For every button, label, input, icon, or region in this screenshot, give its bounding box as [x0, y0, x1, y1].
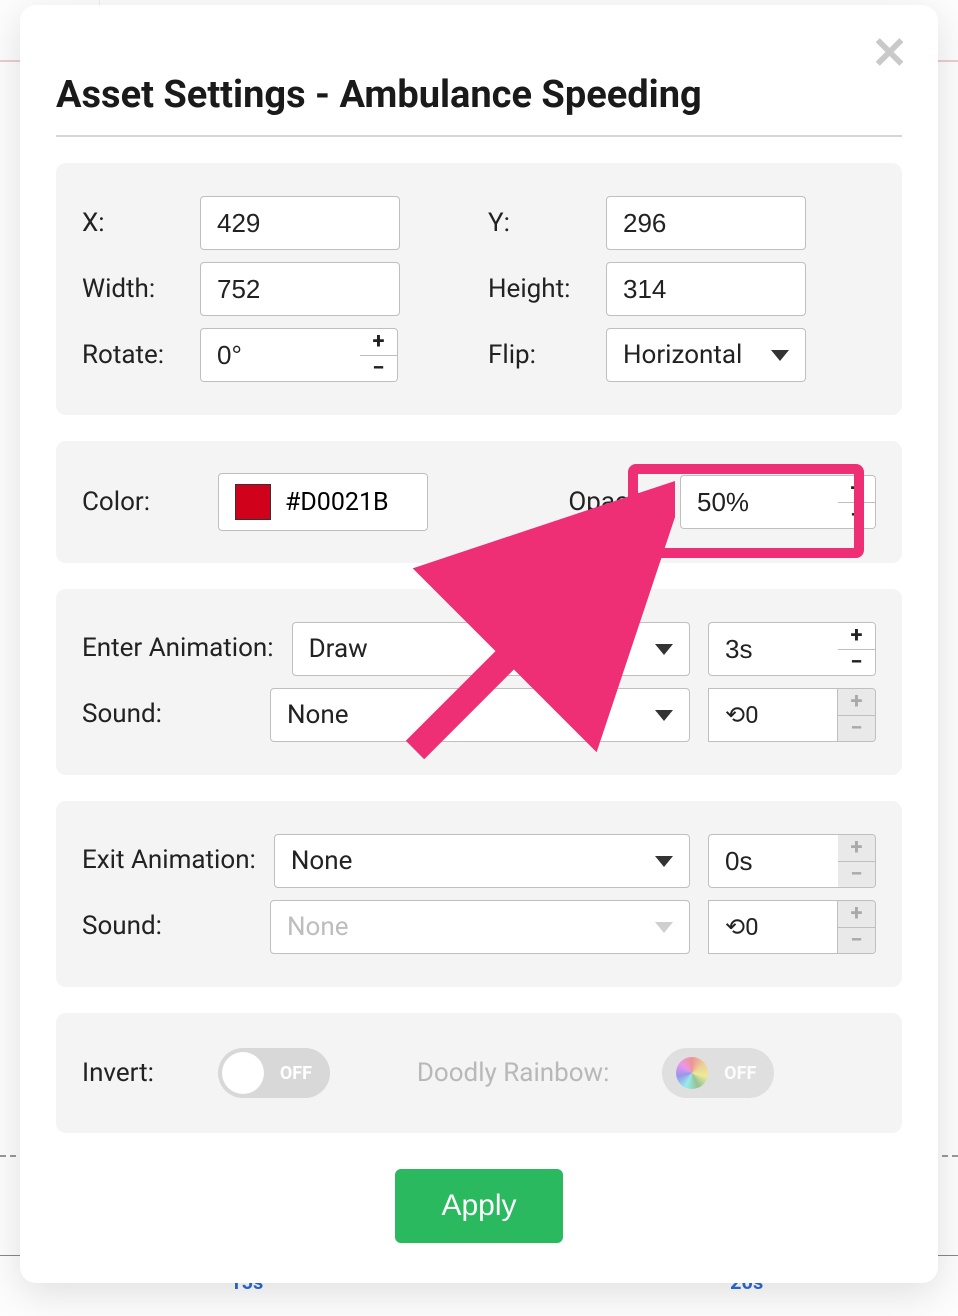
- input-exit-sound-loop[interactable]: ⟲ 0: [708, 900, 838, 954]
- section-appearance: Color: #D0021B Opacity: + −: [56, 441, 902, 563]
- select-enter-sound-value: None: [287, 700, 349, 730]
- rainbow-icon: [676, 1057, 708, 1089]
- close-icon[interactable]: ✕: [871, 31, 908, 75]
- exit-sound-loop-decrement-button[interactable]: −: [838, 927, 875, 954]
- input-opacity[interactable]: [680, 475, 838, 529]
- loop-icon: ⟲: [725, 913, 745, 941]
- select-flip[interactable]: Horizontal: [606, 328, 806, 382]
- section-enter-animation: Enter Animation: Draw + − Sound: None: [56, 589, 902, 775]
- select-exit-sound: None: [270, 900, 690, 954]
- label-color: Color:: [82, 487, 200, 517]
- enter-duration-decrement-button[interactable]: −: [838, 649, 875, 676]
- label-enter-sound: Sound:: [82, 699, 252, 730]
- select-enter-animation-value: Draw: [309, 634, 368, 664]
- chevron-down-icon: [655, 644, 673, 655]
- modal-title: Asset Settings - Ambulance Speeding: [56, 39, 902, 137]
- select-exit-animation-value: None: [291, 846, 353, 876]
- color-picker[interactable]: #D0021B: [218, 473, 428, 531]
- input-enter-duration[interactable]: [708, 622, 838, 676]
- exit-sound-loop-increment-button[interactable]: +: [838, 901, 875, 927]
- input-y[interactable]: [606, 196, 806, 250]
- section-invert-rainbow: Invert: OFF Doodly Rainbow: OFF: [56, 1013, 902, 1133]
- section-exit-animation: Exit Animation: None + − Sound: None: [56, 801, 902, 987]
- label-rotate: Rotate:: [82, 340, 182, 370]
- label-doodly-rainbow: Doodly Rainbow:: [417, 1058, 610, 1088]
- toggle-rainbow-state: OFF: [724, 1063, 756, 1084]
- rotate-increment-button[interactable]: +: [360, 329, 397, 355]
- enter-sound-loop-increment-button[interactable]: +: [838, 689, 875, 715]
- input-width[interactable]: [200, 262, 400, 316]
- select-exit-sound-value: None: [287, 912, 349, 942]
- label-opacity: Opacity:: [568, 487, 662, 517]
- select-flip-value: Horizontal: [623, 340, 742, 370]
- input-x[interactable]: [200, 196, 400, 250]
- label-invert: Invert:: [82, 1058, 200, 1088]
- color-swatch: [235, 484, 271, 520]
- input-enter-sound-loop[interactable]: ⟲ 0: [708, 688, 838, 742]
- toggle-invert-state: OFF: [280, 1063, 312, 1084]
- toggle-invert[interactable]: OFF: [218, 1048, 330, 1098]
- toggle-doodly-rainbow: OFF: [662, 1048, 774, 1098]
- select-exit-animation[interactable]: None: [274, 834, 690, 888]
- input-exit-duration[interactable]: [708, 834, 838, 888]
- chevron-down-icon: [655, 710, 673, 721]
- apply-button[interactable]: Apply: [395, 1169, 562, 1243]
- asset-settings-modal: ✕ Asset Settings - Ambulance Speeding X:…: [20, 5, 938, 1283]
- label-y: Y:: [488, 208, 588, 238]
- select-enter-sound[interactable]: None: [270, 688, 690, 742]
- label-height: Height:: [488, 274, 588, 304]
- opacity-decrement-button[interactable]: −: [838, 502, 875, 529]
- enter-sound-loop-decrement-button[interactable]: −: [838, 715, 875, 742]
- exit-duration-increment-button[interactable]: +: [838, 835, 875, 861]
- chevron-down-icon: [655, 856, 673, 867]
- section-transform: X: Y: Width: Height: Rotate:: [56, 163, 902, 415]
- label-width: Width:: [82, 274, 182, 304]
- enter-duration-increment-button[interactable]: +: [838, 623, 875, 649]
- label-enter-animation: Enter Animation:: [82, 633, 274, 664]
- label-exit-sound: Sound:: [82, 911, 252, 942]
- chevron-down-icon: [655, 922, 673, 933]
- color-hex-value: #D0021B: [285, 488, 389, 517]
- label-x: X:: [82, 208, 182, 238]
- select-enter-animation[interactable]: Draw: [292, 622, 690, 676]
- chevron-down-icon: [771, 350, 789, 361]
- exit-duration-decrement-button[interactable]: −: [838, 861, 875, 888]
- input-rotate[interactable]: [200, 328, 360, 382]
- loop-icon: ⟲: [725, 701, 745, 729]
- opacity-increment-button[interactable]: +: [838, 476, 875, 502]
- rotate-decrement-button[interactable]: −: [360, 355, 397, 382]
- input-height[interactable]: [606, 262, 806, 316]
- label-flip: Flip:: [488, 340, 588, 370]
- label-exit-animation: Exit Animation:: [82, 845, 256, 876]
